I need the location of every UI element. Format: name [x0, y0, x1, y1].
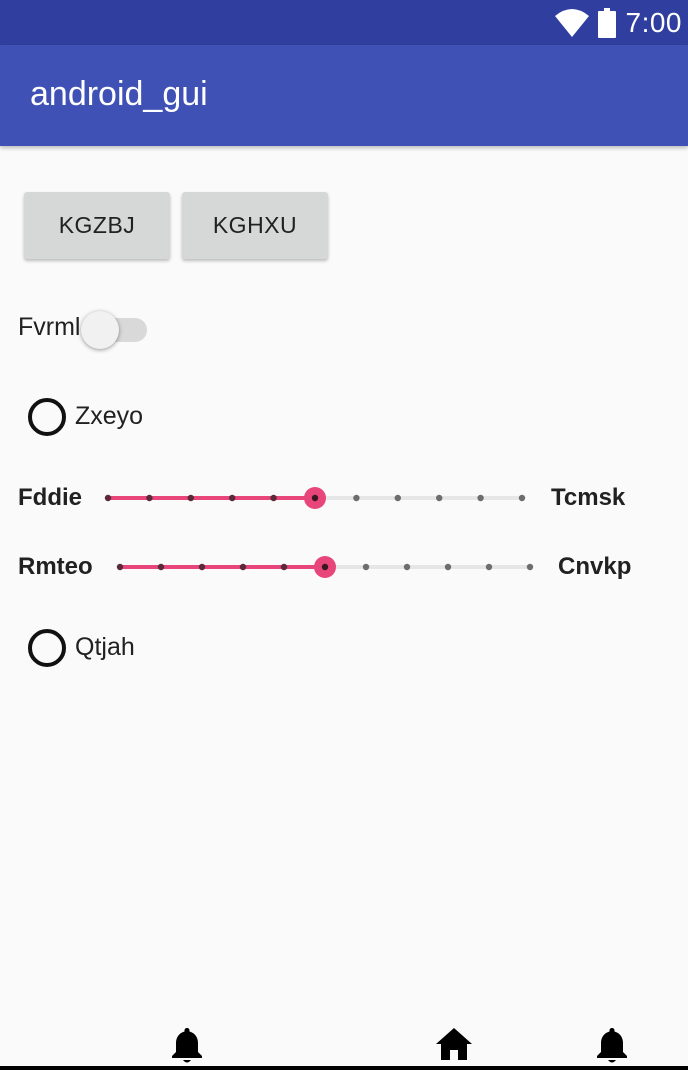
- slider-tick: [394, 494, 401, 502]
- home-icon[interactable]: [435, 1026, 473, 1062]
- slider-tick: [477, 494, 484, 502]
- slider-tick: [270, 494, 277, 502]
- slider-2-right-label: Cnvkp: [558, 553, 632, 580]
- bottom-edge-line: [0, 1066, 688, 1070]
- slider-tick: [353, 494, 360, 502]
- slider-tick: [436, 494, 443, 502]
- slider-tick: [444, 563, 452, 571]
- slider-tick: [187, 494, 194, 502]
- slider-tick: [157, 563, 165, 571]
- fvrml-switch[interactable]: [81, 310, 147, 350]
- battery-icon: [597, 7, 616, 38]
- app-title: android_gui: [30, 75, 208, 113]
- slider-tick: [485, 563, 493, 571]
- slider-tick: [280, 563, 288, 571]
- kghxu-button[interactable]: KGHXU: [182, 192, 328, 259]
- bell-icon[interactable]: [595, 1026, 629, 1064]
- radio-label: Qtjah: [75, 633, 135, 661]
- slider-tick: [403, 563, 411, 571]
- slider-thumb-dot: [321, 563, 329, 571]
- slider-2-left-label: Rmteo: [18, 553, 93, 580]
- radio-label: Zxeyo: [75, 402, 144, 430]
- slider-tick: [239, 563, 247, 571]
- app-bar: android_gui: [0, 45, 688, 146]
- zxeyo-radio[interactable]: Zxeyo: [28, 396, 178, 440]
- wifi-icon: [554, 8, 589, 37]
- kgzbj-button[interactable]: KGZBJ: [24, 192, 170, 259]
- qtjah-radio[interactable]: Qtjah: [28, 627, 178, 671]
- status-clock: 7:00: [625, 6, 682, 38]
- slider-1-left-label: Fddie: [18, 484, 82, 511]
- radio-circle-icon: [28, 398, 66, 436]
- radio-circle-icon: [28, 629, 66, 667]
- slider-tick: [104, 494, 112, 502]
- switch-label: Fvrml: [18, 313, 81, 341]
- status-bar: 7:00: [0, 0, 688, 45]
- status-icons: 7:00: [554, 0, 683, 45]
- slider-tick: [116, 563, 124, 571]
- bell-icon[interactable]: [170, 1026, 204, 1064]
- slider-tick: [362, 563, 370, 571]
- navigation-bar: [0, 1018, 688, 1070]
- switch-thumb: [81, 311, 119, 349]
- slider-tick: [518, 494, 526, 502]
- slider-tick: [229, 494, 236, 502]
- rmteo-cnvkp-slider[interactable]: [107, 547, 542, 587]
- fddie-tcmsk-slider[interactable]: [95, 478, 535, 518]
- slider-tick: [146, 494, 153, 502]
- slider-thumb-dot: [311, 494, 319, 502]
- slider-tick: [198, 563, 206, 571]
- slider-tick: [526, 563, 534, 571]
- slider-1-right-label: Tcmsk: [551, 484, 626, 511]
